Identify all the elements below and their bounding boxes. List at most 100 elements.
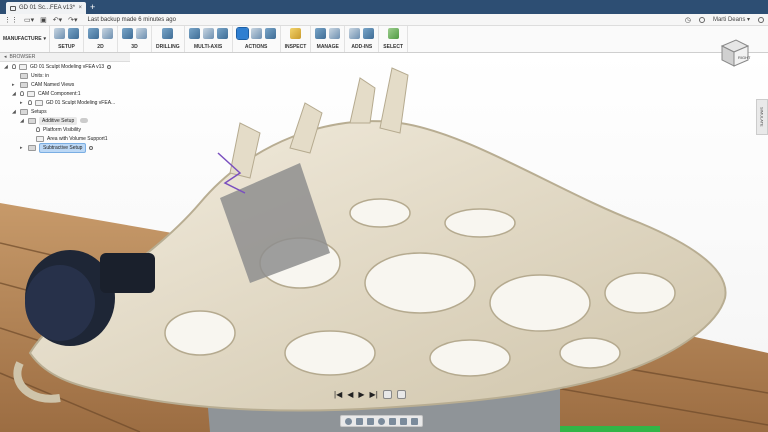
- save-icon[interactable]: ▣: [40, 16, 47, 24]
- app-grid-icon[interactable]: ⋮⋮: [4, 16, 18, 24]
- multi-axis-label: MULTI-AXIS: [193, 44, 223, 50]
- chevron-down-icon[interactable]: ◢: [12, 91, 17, 97]
- 3d-pocket-icon[interactable]: [136, 28, 147, 39]
- file-icon[interactable]: ▭▾: [24, 16, 34, 24]
- collapse-icon[interactable]: ◂: [4, 54, 7, 60]
- display-settings-icon[interactable]: [400, 417, 407, 425]
- tree-item-additive-setup[interactable]: ◢ Additive Setup: [0, 116, 130, 125]
- side-panel-tab[interactable]: SIMULATE: [756, 99, 768, 135]
- side-panel-label: SIMULATE: [759, 107, 765, 127]
- timeline-play-icon[interactable]: ▶: [358, 390, 364, 399]
- group-actions[interactable]: ACTIONS: [233, 26, 281, 52]
- undo-icon[interactable]: ↶▾: [53, 16, 62, 24]
- tree-item-platform-visibility[interactable]: Platform Visibility: [0, 125, 130, 134]
- template-icon[interactable]: [329, 28, 341, 39]
- pan-icon[interactable]: [367, 417, 374, 425]
- chevron-down-icon[interactable]: ◢: [4, 64, 9, 70]
- group-manage[interactable]: MANAGE: [311, 26, 346, 52]
- tree-item-subtractive-setup[interactable]: ▸ Subtractive Setup: [0, 142, 130, 153]
- group-select[interactable]: SELECT: [379, 26, 409, 52]
- component-icon: [35, 99, 43, 106]
- add-ins-label: ADD-INS: [351, 44, 373, 50]
- visibility-bulb-icon[interactable]: [20, 91, 24, 96]
- swarf-icon[interactable]: [188, 28, 200, 39]
- visibility-bulb-icon[interactable]: [28, 100, 32, 105]
- chevron-down-icon[interactable]: ◢: [20, 118, 25, 124]
- grid-settings-icon[interactable]: [411, 417, 418, 425]
- tree-item-area-support[interactable]: Area with Volume Support1: [0, 134, 130, 143]
- help-icon[interactable]: [698, 16, 705, 23]
- 2d-pocket-icon[interactable]: [102, 28, 113, 39]
- group-2d[interactable]: 2D: [84, 26, 118, 52]
- simulate-icon[interactable]: [235, 27, 249, 40]
- toggle-icon[interactable]: [80, 118, 89, 123]
- document-icon: [10, 5, 16, 11]
- tree-item-label: Area with Volume Support1: [47, 135, 108, 142]
- redo-icon[interactable]: ↷▾: [68, 16, 77, 24]
- support-icon: [36, 135, 44, 142]
- close-tab-icon[interactable]: ×: [78, 5, 82, 11]
- user-menu[interactable]: Marti Deans ▾: [713, 16, 750, 23]
- tree-item-sub-model[interactable]: ▸ GD 01 Sculpt Modeling vFEA...: [0, 98, 130, 107]
- group-add-ins[interactable]: ADD-INS: [345, 26, 380, 52]
- group-3d[interactable]: 3D: [118, 26, 152, 52]
- tool-library-icon[interactable]: [315, 28, 327, 39]
- setup-sheet-icon[interactable]: [264, 28, 276, 39]
- browser-header[interactable]: ◂ BROWSER: [0, 53, 130, 62]
- 2d-contour-icon[interactable]: [88, 28, 99, 39]
- orbit-icon[interactable]: [345, 417, 352, 425]
- tree-item-root[interactable]: ◢ GD 01 Sculpt Modeling vFEA v13: [0, 62, 130, 71]
- view-cube-face-label: RIGHT: [738, 55, 751, 60]
- zoom-icon[interactable]: [378, 417, 385, 425]
- new-tab-button[interactable]: +: [90, 2, 95, 14]
- setup-icon[interactable]: [54, 28, 65, 39]
- view-cube[interactable]: RIGHT: [714, 32, 754, 74]
- activate-radio-icon[interactable]: [89, 145, 94, 150]
- select-label: SELECT: [383, 44, 404, 50]
- flow-icon[interactable]: [216, 28, 228, 39]
- group-drilling[interactable]: DRILLING: [152, 26, 185, 52]
- chevron-right-icon[interactable]: ▸: [20, 145, 25, 151]
- time-icon[interactable]: ◷: [685, 16, 691, 24]
- stock-icon[interactable]: [68, 28, 79, 39]
- group-inspect[interactable]: INSPECT: [281, 26, 312, 52]
- ribbon-toolbar: MANUFACTURE ▾ SETUP 2D 3D DRILLING MULTI-…: [0, 26, 768, 53]
- setup-label: SETUP: [58, 44, 75, 50]
- tree-item-units[interactable]: Units: in: [0, 71, 130, 80]
- timeline-prev-icon[interactable]: ◀: [347, 390, 353, 399]
- activate-radio-icon[interactable]: [107, 64, 112, 69]
- workspace-switcher[interactable]: MANUFACTURE ▾: [0, 26, 50, 52]
- post-process-icon[interactable]: [250, 28, 262, 39]
- visibility-bulb-icon[interactable]: [12, 64, 16, 69]
- navigation-bar: [340, 415, 423, 427]
- tree-item-setups[interactable]: ◢ Setups: [0, 107, 130, 116]
- tree-item-label: GD 01 Sculpt Modeling vFEA...: [46, 99, 116, 106]
- chevron-down-icon[interactable]: ◢: [12, 109, 17, 115]
- group-setup[interactable]: SETUP: [50, 26, 84, 52]
- timeline-feature-icon[interactable]: [396, 389, 406, 399]
- document-tab[interactable]: GD 01 Sc...FEA v13* ×: [6, 2, 86, 14]
- timeline-marker-icon[interactable]: [382, 389, 392, 399]
- add-ins-icon[interactable]: [363, 28, 375, 39]
- look-at-icon[interactable]: [356, 417, 363, 425]
- timeline-next-icon[interactable]: ▶|: [370, 390, 378, 399]
- 3d-adaptive-icon[interactable]: [122, 28, 133, 39]
- measure-icon[interactable]: [289, 28, 301, 39]
- group-multi-axis[interactable]: MULTI-AXIS: [185, 26, 233, 52]
- chevron-right-icon[interactable]: ▸: [20, 100, 25, 106]
- tree-item-cam-component[interactable]: ◢ CAM Component:1: [0, 89, 130, 98]
- scripts-icon[interactable]: [349, 28, 361, 39]
- document-tab-title: GD 01 Sc...FEA v13*: [19, 5, 76, 11]
- tree-item-label: Subtractive Setup: [39, 142, 87, 153]
- profile-icon[interactable]: [758, 16, 764, 23]
- visibility-bulb-icon[interactable]: [36, 127, 40, 132]
- fit-icon[interactable]: [389, 417, 396, 425]
- select-icon[interactable]: [387, 28, 399, 39]
- timeline-start-icon[interactable]: |◀: [334, 390, 342, 399]
- multi-axis-contour-icon[interactable]: [202, 28, 214, 39]
- browser-panel: ◂ BROWSER ◢ GD 01 Sculpt Modeling vFEA v…: [0, 53, 130, 165]
- tree-item-cam-views[interactable]: ▸ CAM Named Views: [0, 80, 130, 89]
- chevron-right-icon[interactable]: ▸: [12, 82, 17, 88]
- drill-icon[interactable]: [162, 28, 174, 39]
- manage-label: MANAGE: [316, 44, 339, 50]
